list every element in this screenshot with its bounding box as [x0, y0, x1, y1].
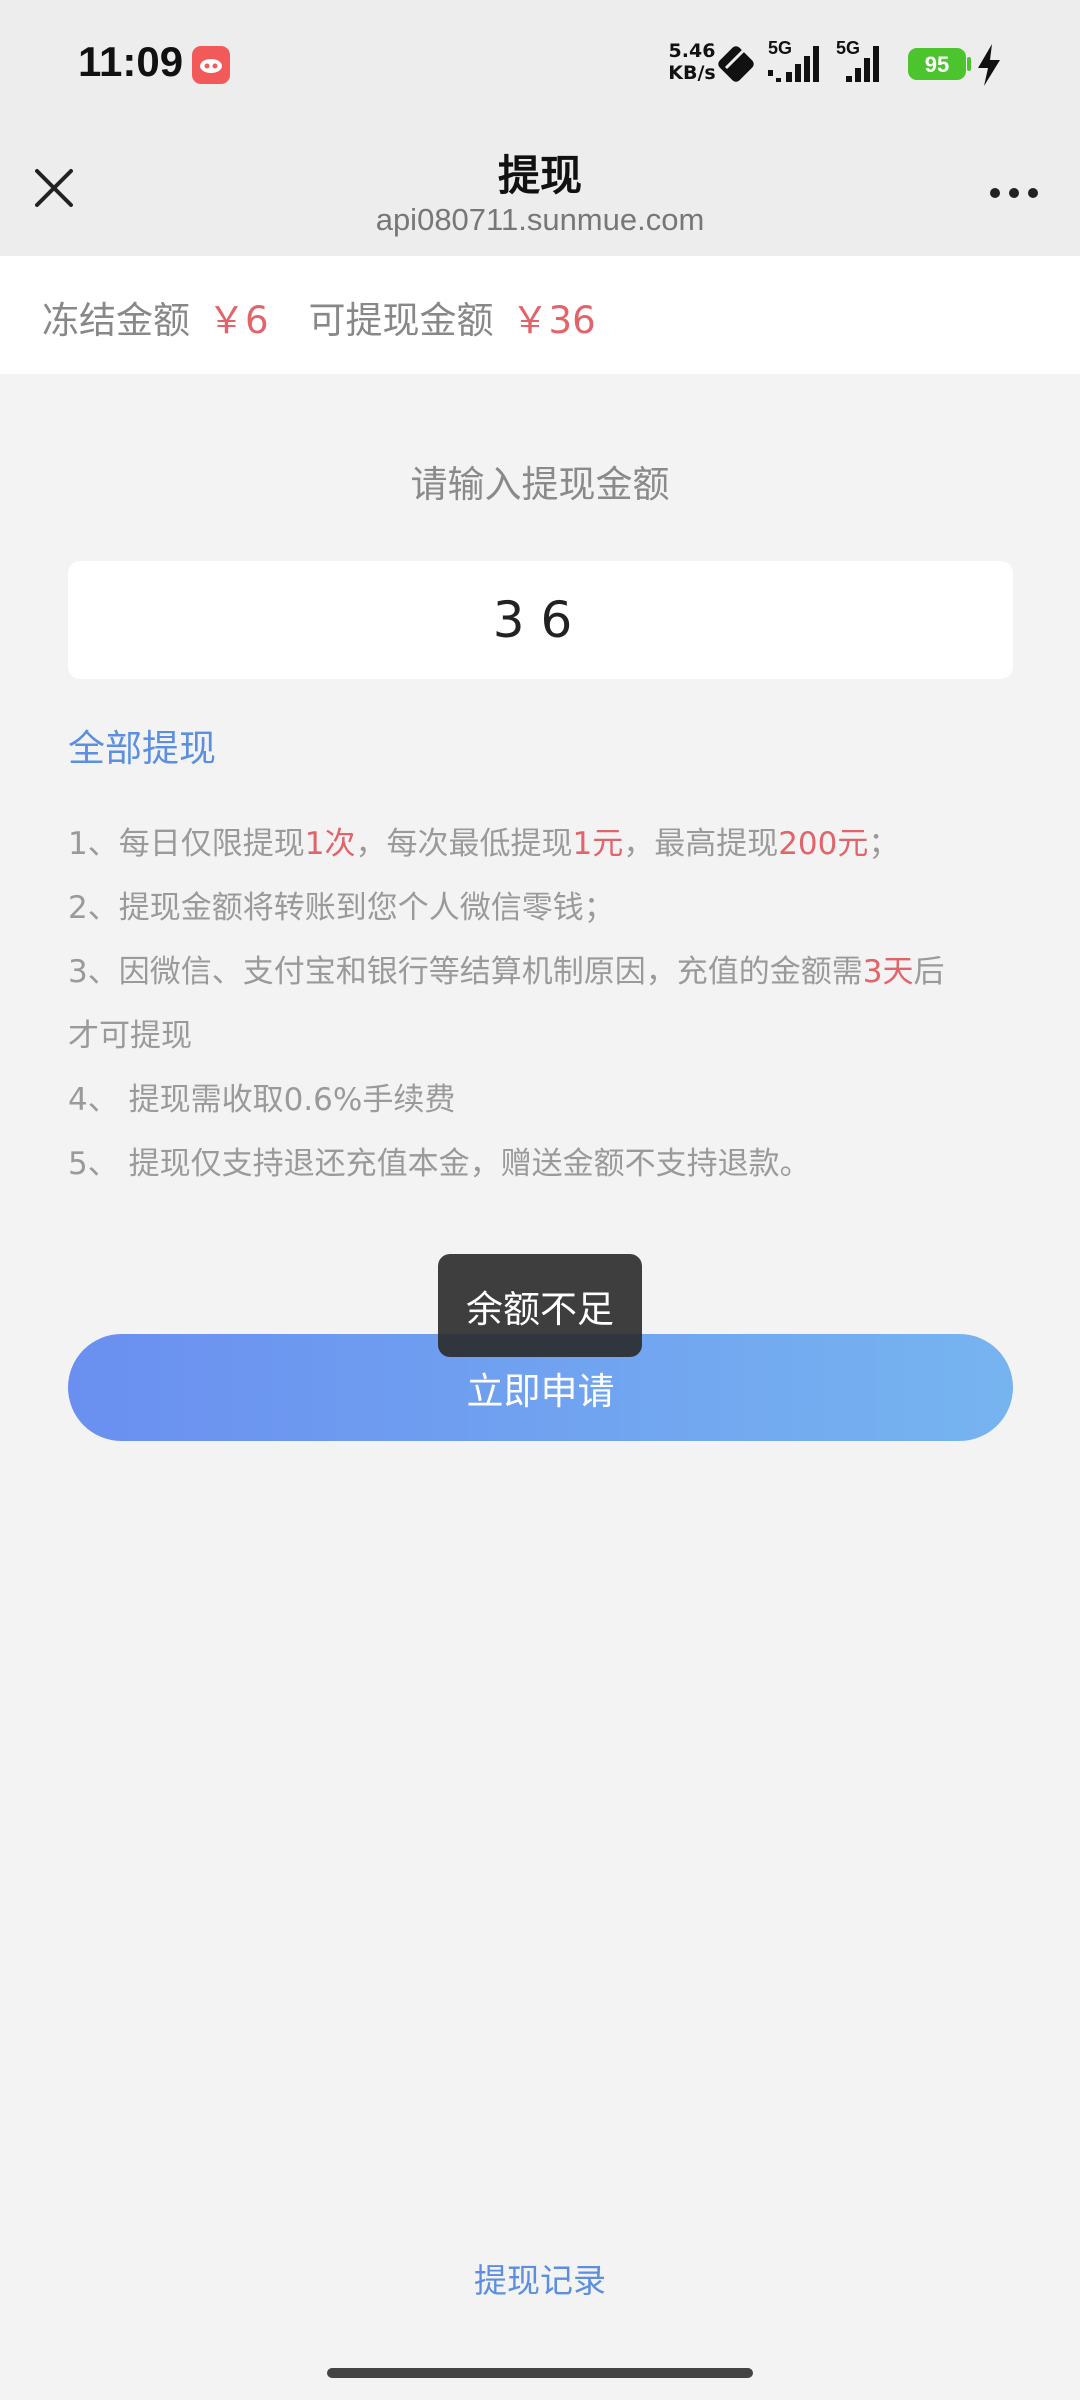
more-options-button[interactable]	[978, 168, 1050, 218]
rule-item: 2、提现金额将转账到您个人微信零钱；	[68, 890, 615, 926]
withdraw-records-link[interactable]: 提现记录	[0, 2254, 1080, 2302]
battery-icon: 95	[908, 48, 971, 80]
balance-summary: 冻结金额 ￥6 可提现金额 ￥36	[0, 256, 1080, 374]
rule-item: 1、每日仅限提现1次，每次最低提现1元，最高提现200元；	[68, 826, 900, 862]
withdraw-all-link[interactable]: 全部提现	[68, 718, 216, 772]
available-amount-label: 可提现金额	[308, 299, 494, 342]
rule-item-continued: 才可提现	[68, 1018, 192, 1054]
nfc-icon	[718, 46, 754, 82]
status-bar: 11:09 5.46 KB/s 5G 5G 95	[0, 0, 1080, 128]
withdraw-amount-input[interactable]	[68, 561, 1013, 679]
amount-prompt: 请输入提现金额	[410, 463, 670, 506]
more-dots-icon	[990, 188, 1000, 198]
svg-text:95: 95	[925, 52, 949, 77]
rule-item: 3、因微信、支付宝和银行等结算机制原因，充值的金额需3天后	[68, 954, 945, 990]
status-time: 11:09	[78, 38, 184, 85]
net-speed: 5.46 KB/s	[668, 40, 716, 84]
app-notification-icon	[192, 46, 230, 84]
withdraw-rules: 1、每日仅限提现1次，每次最低提现1元，最高提现200元； 2、提现金额将转账到…	[68, 812, 1028, 1196]
page-title: 提现	[497, 151, 582, 200]
insufficient-balance-toast: 余额不足	[438, 1254, 642, 1357]
available-amount-value: ￥36	[511, 299, 596, 342]
svg-text:5G: 5G	[836, 38, 860, 58]
rule-item: 5、 提现仅支持退还充值本金，赠送金额不支持退款。	[68, 1146, 811, 1182]
frozen-amount-value: ￥6	[208, 299, 269, 342]
signal-icon: 5G 5G 95	[718, 38, 1000, 86]
svg-text:5G: 5G	[768, 38, 792, 58]
page-url: api080711.sunmue.com	[375, 202, 705, 237]
withdraw-page: 11:09 5.46 KB/s 5G 5G 95 提现 api080711.su…	[0, 0, 1080, 2400]
title-bar: 提现 api080711.sunmue.com	[0, 128, 1080, 256]
rule-item: 4、 提现需收取0.6%手续费	[68, 1082, 456, 1118]
frozen-amount-label: 冻结金额	[42, 299, 190, 342]
charging-icon	[978, 44, 1000, 86]
home-indicator[interactable]	[327, 2368, 753, 2378]
